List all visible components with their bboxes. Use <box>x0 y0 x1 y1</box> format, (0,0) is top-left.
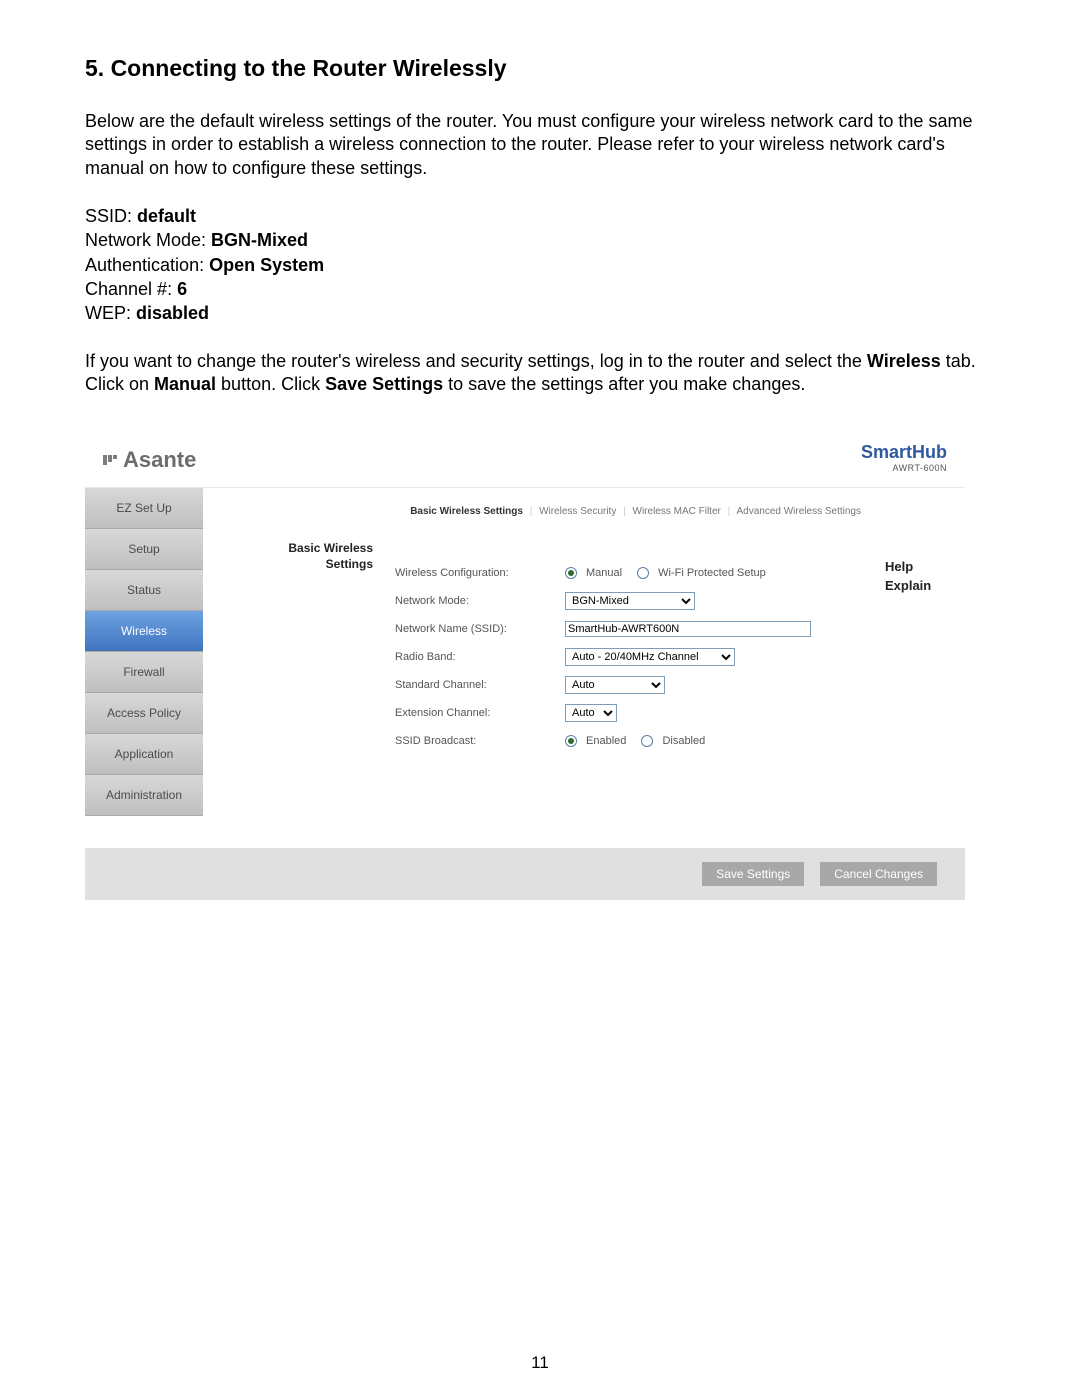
auth-value: Open System <box>209 255 324 275</box>
section-title: Basic WirelessSettings <box>203 535 373 757</box>
intro-paragraph: Below are the default wireless settings … <box>85 110 995 180</box>
help-sidebar[interactable]: HelpExplain <box>885 488 965 848</box>
nav-ez-set-up[interactable]: EZ Set Up <box>85 488 203 529</box>
network-mode-label: Network Mode: <box>383 595 565 607</box>
wep-value: disabled <box>136 303 209 323</box>
tab-advanced-wireless[interactable]: Advanced Wireless Settings <box>736 506 861 517</box>
nav-application[interactable]: Application <box>85 734 203 775</box>
brand-text: Asante <box>123 447 196 473</box>
channel-label: Channel #: <box>85 279 177 299</box>
tab-basic-wireless[interactable]: Basic Wireless Settings <box>410 506 523 517</box>
nav-setup[interactable]: Setup <box>85 529 203 570</box>
tab-mac-filter[interactable]: Wireless MAC Filter <box>633 506 721 517</box>
radio-wps[interactable] <box>637 567 649 579</box>
nav-firewall[interactable]: Firewall <box>85 652 203 693</box>
router-ui: Asante SmartHub AWRT-600N EZ Set Up Setu… <box>85 436 965 900</box>
instructions-paragraph: If you want to change the router's wirel… <box>85 350 995 397</box>
sub-tabs: Basic Wireless Settings | Wireless Secur… <box>203 498 885 535</box>
radio-band-label: Radio Band: <box>383 651 565 663</box>
radio-wps-label: Wi-Fi Protected Setup <box>658 567 766 579</box>
nav-wireless[interactable]: Wireless <box>85 611 203 652</box>
save-settings-button[interactable]: Save Settings <box>702 862 804 886</box>
std-channel-select[interactable]: Auto <box>565 676 665 694</box>
radio-broadcast-disabled[interactable] <box>641 735 653 747</box>
radio-band-select[interactable]: Auto - 20/40MHz Channel <box>565 648 735 666</box>
brand-bars-icon <box>103 455 117 465</box>
radio-broadcast-disabled-label: Disabled <box>662 735 705 747</box>
product-model: AWRT-600N <box>861 463 947 473</box>
default-settings-list: SSID: default Network Mode: BGN-Mixed Au… <box>85 204 995 325</box>
radio-broadcast-enabled-label: Enabled <box>586 735 626 747</box>
wep-label: WEP: <box>85 303 136 323</box>
nav-administration[interactable]: Administration <box>85 775 203 816</box>
tab-wireless-security[interactable]: Wireless Security <box>539 506 616 517</box>
auth-label: Authentication: <box>85 255 209 275</box>
network-mode-select[interactable]: BGN-Mixed <box>565 592 695 610</box>
ssid-input[interactable] <box>565 621 811 637</box>
ext-channel-select[interactable]: Auto <box>565 704 617 722</box>
nav-access-policy[interactable]: Access Policy <box>85 693 203 734</box>
cancel-changes-button[interactable]: Cancel Changes <box>820 862 937 886</box>
instr-pre: If you want to change the router's wirel… <box>85 351 867 371</box>
nav-status[interactable]: Status <box>85 570 203 611</box>
router-header: Asante SmartHub AWRT-600N <box>85 436 965 487</box>
instr-post: to save the settings after you make chan… <box>443 374 805 394</box>
product-name: SmartHub AWRT-600N <box>861 442 947 473</box>
radio-manual-label: Manual <box>586 567 622 579</box>
instr-mid2: button. Click <box>216 374 325 394</box>
brand-logo: Asante <box>103 447 196 473</box>
wireless-config-label: Wireless Configuration: <box>383 567 565 579</box>
product-main: SmartHub <box>861 442 947 463</box>
channel-value: 6 <box>177 279 187 299</box>
ssid-field-label: Network Name (SSID): <box>383 623 565 635</box>
ext-channel-label: Extension Channel: <box>383 707 565 719</box>
mode-value: BGN-Mixed <box>211 230 308 250</box>
instr-tab: Wireless <box>867 351 941 371</box>
ssid-value: default <box>137 206 196 226</box>
ssid-label: SSID: <box>85 206 137 226</box>
mode-label: Network Mode: <box>85 230 211 250</box>
sidebar-nav: EZ Set Up Setup Status Wireless Firewall… <box>85 488 203 848</box>
radio-manual[interactable] <box>565 567 577 579</box>
instr-manual: Manual <box>154 374 216 394</box>
std-channel-label: Standard Channel: <box>383 679 565 691</box>
page-number: 11 <box>0 1353 1080 1373</box>
router-footer: Save Settings Cancel Changes <box>85 848 965 900</box>
radio-broadcast-enabled[interactable] <box>565 735 577 747</box>
instr-save: Save Settings <box>325 374 443 394</box>
section-heading: 5. Connecting to the Router Wirelessly <box>85 55 995 82</box>
ssid-broadcast-label: SSID Broadcast: <box>383 735 565 747</box>
